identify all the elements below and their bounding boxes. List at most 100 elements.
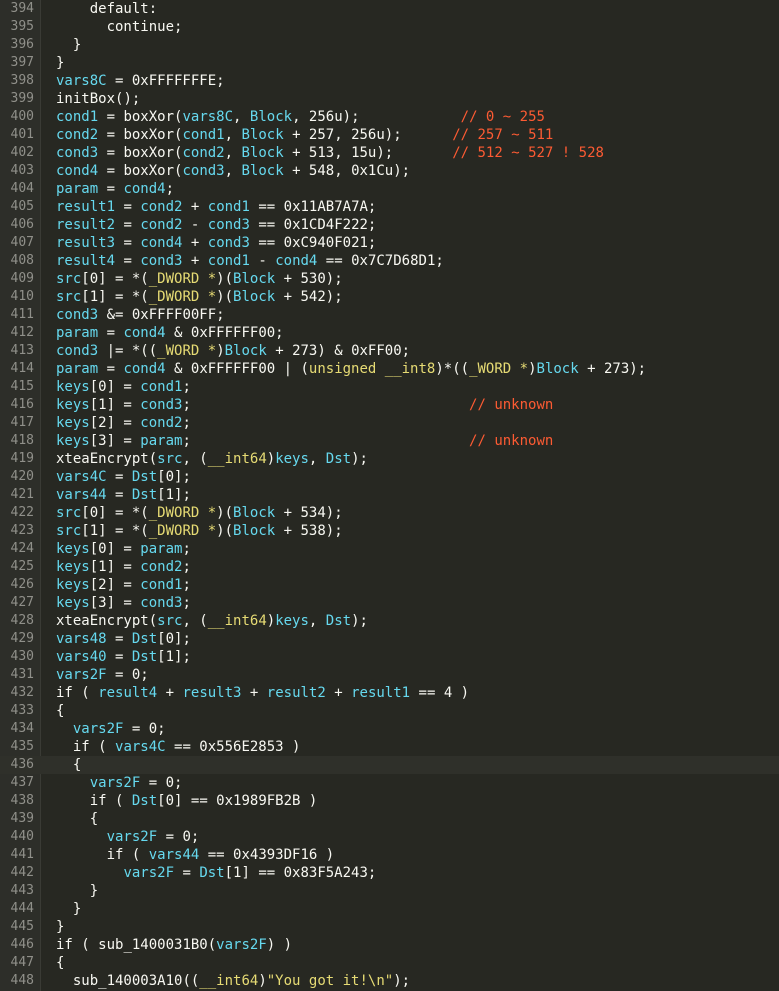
code-line[interactable]: 399 initBox(); (0, 90, 779, 108)
token-var: cond4 (140, 235, 183, 251)
code-line[interactable]: 432 if ( result4 + result3 + result2 + re… (0, 684, 779, 702)
token-plain: = (115, 199, 141, 215)
code-text: cond4 = boxXor(cond3, Block + 548, 0x1Cu… (56, 162, 410, 180)
token-type: _WORD * (469, 361, 529, 377)
token-plain: ) ) (266, 937, 293, 953)
code-line[interactable]: 440 vars2F = 0; (0, 828, 779, 846)
code-line[interactable]: 439 { (0, 810, 779, 828)
code-text: { (56, 954, 64, 972)
code-text: xteaEncrypt(src, (__int64)keys, Dst); (56, 612, 368, 630)
code-line[interactable]: 411 cond3 &= 0xFFFF00FF; (0, 306, 779, 324)
code-line[interactable]: 395 continue; (0, 18, 779, 36)
line-number: 425 (10, 559, 34, 574)
code-line[interactable]: 443 } (0, 882, 779, 900)
code-line[interactable]: 403 cond4 = boxXor(cond3, Block + 548, 0x… (0, 162, 779, 180)
code-text: src[0] = *(_DWORD *)(Block + 530); (56, 270, 343, 288)
code-line[interactable]: 402 cond3 = boxXor(cond2, Block + 513, 15… (0, 144, 779, 162)
code-line[interactable]: 419 xteaEncrypt(src, (__int64)keys, Dst); (0, 450, 779, 468)
token-plain: & 0xFFFFFF00 | ( (165, 361, 309, 377)
line-number: 444 (10, 901, 34, 916)
code-line[interactable]: 417 keys[2] = cond2; (0, 414, 779, 432)
token-var: Dst (199, 865, 225, 881)
token-plain: ; (182, 559, 191, 575)
code-line[interactable]: 405 result1 = cond2 + cond1 == 0x11AB7A7A… (0, 198, 779, 216)
token-plain: default: (56, 1, 158, 17)
token-plain: [2] = (89, 415, 141, 431)
code-line[interactable]: 404 param = cond4; (0, 180, 779, 198)
code-line[interactable]: 401 cond2 = boxXor(cond1, Block + 257, 25… (0, 126, 779, 144)
code-lines: 394 default: 395 continue; 396 } 397} 398 var… (0, 0, 779, 990)
token-plain: == 0x7C7D68D1; (317, 253, 444, 269)
line-number: 429 (10, 631, 34, 646)
token-plain: ( (72, 685, 99, 701)
code-text: } (56, 900, 81, 918)
token-var: vars2F (216, 937, 267, 953)
code-line[interactable]: 437 vars2F = 0; (0, 774, 779, 792)
code-line[interactable]: 447 { (0, 954, 779, 972)
code-line[interactable]: 413 cond3 |= *((_WORD *)Block + 273) & 0x… (0, 342, 779, 360)
code-text: keys[1] = cond2; (56, 558, 191, 576)
line-number: 432 (10, 685, 34, 700)
code-line[interactable]: 418 keys[3] = param; // unknown (0, 432, 779, 450)
token-type: _WORD * (157, 343, 217, 359)
code-line[interactable]: 400 cond1 = boxXor(vars8C, Block, 256u); … (0, 108, 779, 126)
code-line[interactable]: 446 if ( sub_1400031B0(vars2F) ) (0, 936, 779, 954)
code-line[interactable]: 422 src[0] = *(_DWORD *)(Block + 534); (0, 504, 779, 522)
code-line[interactable]: 429 vars48 = Dst[0]; (0, 630, 779, 648)
line-number: 424 (10, 541, 34, 556)
line-number: 423 (10, 523, 34, 538)
line-number: 439 (10, 811, 34, 826)
line-number: 410 (10, 289, 34, 304)
code-line[interactable]: 436 { (0, 756, 779, 774)
token-plain: [3] = (89, 433, 141, 449)
code-line[interactable]: 407 result3 = cond4 + cond3 == 0xC940F021… (0, 234, 779, 252)
token-kw: if (106, 847, 124, 863)
code-line[interactable]: 394 default: (0, 0, 779, 18)
code-line[interactable]: 445} (0, 918, 779, 936)
token-var: result1 (56, 199, 116, 215)
code-line[interactable]: 420 vars4C = Dst[0]; (0, 468, 779, 486)
code-line[interactable]: 428 xteaEncrypt(src, (__int64)keys, Dst); (0, 612, 779, 630)
token-var: cond3 (140, 397, 183, 413)
code-line[interactable]: 427 keys[3] = cond3; (0, 594, 779, 612)
code-line[interactable]: 431 vars2F = 0; (0, 666, 779, 684)
code-line[interactable]: 448 sub_140003A10((__int64)"You got it!\… (0, 972, 779, 990)
code-text: { (56, 756, 81, 774)
code-line[interactable]: 434 vars2F = 0; (0, 720, 779, 738)
code-line[interactable]: 423 src[1] = *(_DWORD *)(Block + 538); (0, 522, 779, 540)
token-cmt: // 257 ~ 511 (452, 127, 554, 143)
code-line[interactable]: 398 vars8C = 0xFFFFFFFE; (0, 72, 779, 90)
code-line[interactable]: 421 vars44 = Dst[1]; (0, 486, 779, 504)
code-line[interactable]: 406 result2 = cond2 - cond3 == 0x1CD4F222… (0, 216, 779, 234)
code-line[interactable]: 416 keys[1] = cond3; // unknown (0, 396, 779, 414)
code-line[interactable]: 424 keys[0] = param; (0, 540, 779, 558)
code-line[interactable]: 435 if ( vars4C == 0x556E2853 ) (0, 738, 779, 756)
code-line[interactable]: 438 if ( Dst[0] == 0x1989FB2B ) (0, 792, 779, 810)
code-line[interactable]: 426 keys[2] = cond1; (0, 576, 779, 594)
token-plain: = (106, 469, 132, 485)
code-line[interactable]: 414 param = cond4 & 0xFFFFFF00 | (unsigne… (0, 360, 779, 378)
token-var: keys (275, 613, 309, 629)
code-text: sub_140003A10((__int64)"You got it!\n"); (56, 972, 410, 990)
code-line[interactable]: 412 param = cond4 & 0xFFFFFF00; (0, 324, 779, 342)
code-line[interactable]: 397} (0, 54, 779, 72)
code-text: vars48 = Dst[0]; (56, 630, 191, 648)
code-line[interactable]: 415 keys[0] = cond1; (0, 378, 779, 396)
code-line[interactable]: 442 vars2F = Dst[1] == 0x83F5A243; (0, 864, 779, 882)
code-line[interactable]: 444 } (0, 900, 779, 918)
token-var: cond3 (56, 145, 99, 161)
code-line[interactable]: 396 } (0, 36, 779, 54)
code-line[interactable]: 425 keys[1] = cond2; (0, 558, 779, 576)
token-plain: == 4 ) (410, 685, 470, 701)
code-line[interactable]: 433 { (0, 702, 779, 720)
token-var: src (157, 451, 183, 467)
code-line[interactable]: 409 src[0] = *(_DWORD *)(Block + 530); (0, 270, 779, 288)
code-line[interactable]: 441 if ( vars44 == 0x4393DF16 ) (0, 846, 779, 864)
token-str: "You got it!\n" (266, 973, 394, 989)
code-line[interactable]: 408 result4 = cond3 + cond1 - cond4 == 0x… (0, 252, 779, 270)
code-line[interactable]: 410 src[1] = *(_DWORD *)(Block + 542); (0, 288, 779, 306)
code-editor[interactable]: 394 default: 395 continue; 396 } 397} 398 var… (0, 0, 779, 991)
token-plain: , ( (182, 613, 208, 629)
token-plain: [0] = *( (81, 271, 149, 287)
code-line[interactable]: 430 vars40 = Dst[1]; (0, 648, 779, 666)
